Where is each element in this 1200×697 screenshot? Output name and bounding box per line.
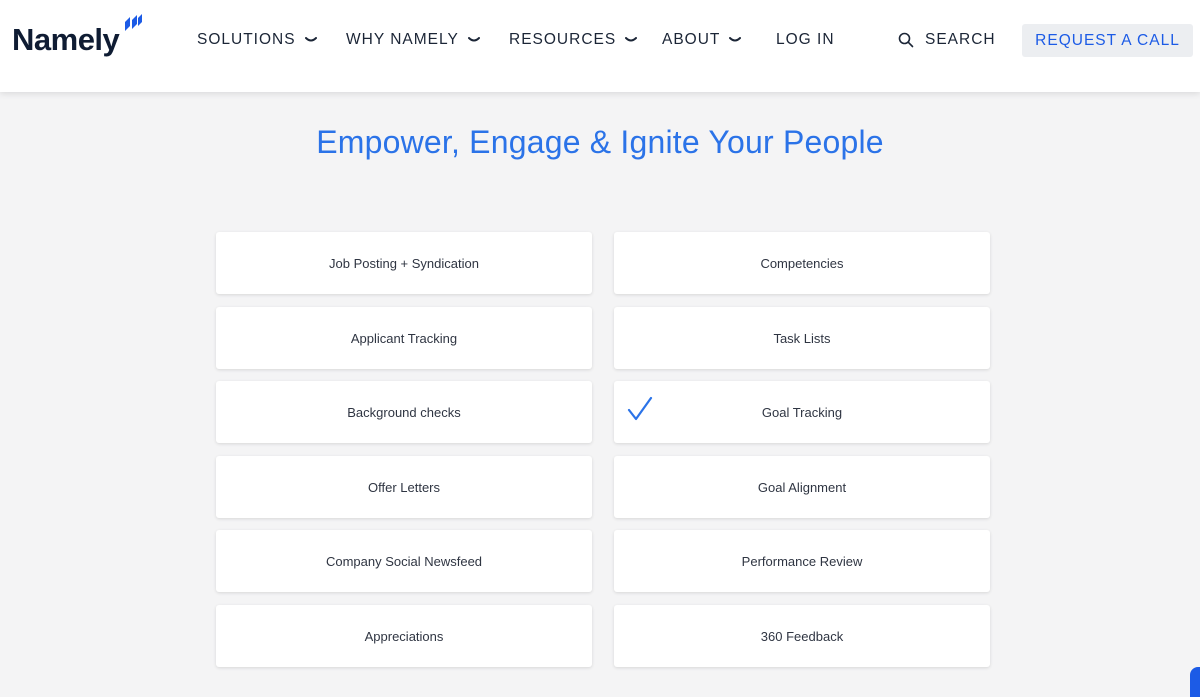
feature-card-competencies[interactable]: Competencies <box>614 232 990 294</box>
feature-card-goal-alignment[interactable]: Goal Alignment <box>614 456 990 518</box>
chevron-down-icon <box>304 37 317 42</box>
feature-card-360-feedback[interactable]: 360 Feedback <box>614 605 990 667</box>
namely-logo[interactable]: Namely <box>12 14 143 57</box>
search-button[interactable]: SEARCH <box>898 31 996 49</box>
nav-about-label: ABOUT <box>662 31 721 48</box>
page-title: Empower, Engage & Ignite Your People <box>316 124 884 160</box>
chevron-down-icon <box>467 37 480 42</box>
feature-card-appreciations[interactable]: Appreciations <box>216 605 592 667</box>
feature-card-applicant-tracking[interactable]: Applicant Tracking <box>216 307 592 369</box>
request-a-call-button[interactable]: REQUEST A CALL <box>1022 24 1193 57</box>
feature-card-goal-tracking[interactable]: Goal Tracking <box>614 381 990 443</box>
nav-login-label: LOG IN <box>776 31 835 48</box>
nav-login[interactable]: LOG IN <box>776 31 835 49</box>
chat-widget-tab[interactable] <box>1190 667 1200 697</box>
namely-logo-mark-icon <box>125 14 143 31</box>
nav-resources[interactable]: RESOURCES <box>509 31 638 49</box>
feature-card-performance-review[interactable]: Performance Review <box>614 530 990 592</box>
feature-card-background-checks[interactable]: Background checks <box>216 381 592 443</box>
nav-why-namely-label: WHY NAMELY <box>346 31 459 48</box>
check-icon <box>627 396 653 421</box>
search-icon <box>898 32 914 48</box>
feature-card-company-social-newsfeed[interactable]: Company Social Newsfeed <box>216 530 592 592</box>
search-label: SEARCH <box>925 31 996 48</box>
nav-solutions-label: SOLUTIONS <box>197 31 296 48</box>
feature-card-goal-tracking-label: Goal Tracking <box>761 404 843 420</box>
nav-about[interactable]: ABOUT <box>662 31 742 49</box>
feature-card-job-posting[interactable]: Job Posting + Syndication <box>216 232 592 294</box>
chevron-down-icon <box>729 37 742 42</box>
nav-why-namely[interactable]: WHY NAMELY <box>346 31 480 49</box>
chevron-down-icon <box>625 37 638 42</box>
feature-card-task-lists[interactable]: Task Lists <box>614 307 990 369</box>
nav-resources-label: RESOURCES <box>509 31 617 48</box>
feature-card-offer-letters[interactable]: Offer Letters <box>216 456 592 518</box>
site-header: Namely SOLUTIONS WHY NAMELY RESOURCES AB… <box>0 0 1200 92</box>
nav-solutions[interactable]: SOLUTIONS <box>197 31 317 49</box>
logo-wordmark: Namely <box>12 22 120 57</box>
